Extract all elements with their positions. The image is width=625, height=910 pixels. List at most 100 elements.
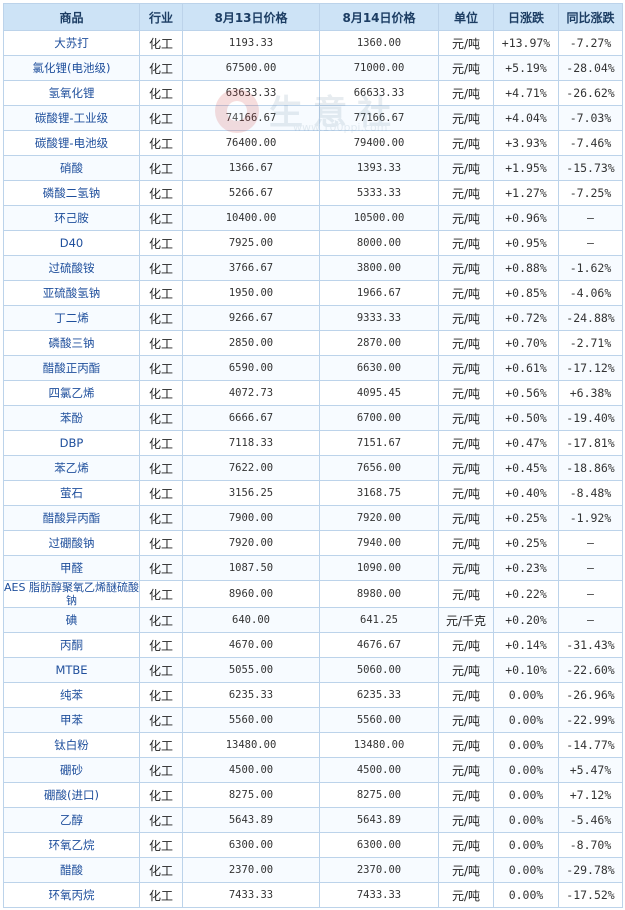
table-row: 硝酸 化工 1366.67 1393.33 元/吨 +1.95% -15.73% bbox=[3, 155, 623, 181]
product-name-link[interactable]: AES 脂肪醇聚氧乙烯醚硫酸钠 bbox=[3, 580, 140, 608]
product-name-link[interactable]: 甲苯 bbox=[3, 707, 140, 733]
price-aug14-cell: 641.25 bbox=[319, 607, 439, 633]
price-aug14-cell: 13480.00 bbox=[319, 732, 439, 758]
price-aug14-cell: 9333.33 bbox=[319, 305, 439, 331]
product-name-link[interactable]: 环己胺 bbox=[3, 205, 140, 231]
table-row: 过硫酸铵 化工 3766.67 3800.00 元/吨 +0.88% -1.62% bbox=[3, 255, 623, 281]
product-name-link[interactable]: 醋酸 bbox=[3, 857, 140, 883]
product-name-link[interactable]: 氢氧化锂 bbox=[3, 80, 140, 106]
product-name-link[interactable]: 苯乙烯 bbox=[3, 455, 140, 481]
table-row: 环己胺 化工 10400.00 10500.00 元/吨 +0.96% — bbox=[3, 205, 623, 231]
product-name-link[interactable]: 丙酮 bbox=[3, 632, 140, 658]
yoy-change-cell: — bbox=[558, 530, 623, 556]
industry-cell: 化工 bbox=[139, 455, 183, 481]
price-aug14-cell: 2370.00 bbox=[319, 857, 439, 883]
industry-cell: 化工 bbox=[139, 230, 183, 256]
table-row: 丁二烯 化工 9266.67 9333.33 元/吨 +0.72% -24.88% bbox=[3, 305, 623, 331]
daily-change-cell: 0.00% bbox=[493, 732, 559, 758]
table-body: 大苏打 化工 1193.33 1360.00 元/吨 +13.97% -7.27% 氯化锂(电… bbox=[3, 30, 623, 908]
yoy-change-cell: -5.46% bbox=[558, 807, 623, 833]
product-name-link[interactable]: 甲醛 bbox=[3, 555, 140, 581]
industry-cell: 化工 bbox=[139, 80, 183, 106]
yoy-change-cell: +7.12% bbox=[558, 782, 623, 808]
daily-change-cell: +0.10% bbox=[493, 657, 559, 683]
yoy-change-cell: -8.70% bbox=[558, 832, 623, 858]
price-aug14-cell: 2870.00 bbox=[319, 330, 439, 356]
daily-change-cell: 0.00% bbox=[493, 807, 559, 833]
price-aug13-cell: 74166.67 bbox=[182, 105, 320, 131]
table-row: 丙酮 化工 4670.00 4676.67 元/吨 +0.14% -31.43% bbox=[3, 632, 623, 658]
table-row: 苯酚 化工 6666.67 6700.00 元/吨 +0.50% -19.40% bbox=[3, 405, 623, 431]
product-name-link[interactable]: 纯苯 bbox=[3, 682, 140, 708]
unit-cell: 元/吨 bbox=[438, 230, 494, 256]
product-name-link[interactable]: 过硼酸钠 bbox=[3, 530, 140, 556]
industry-cell: 化工 bbox=[139, 205, 183, 231]
product-name-link[interactable]: 磷酸二氢钠 bbox=[3, 180, 140, 206]
product-name-link[interactable]: D40 bbox=[3, 230, 140, 256]
daily-change-cell: +0.95% bbox=[493, 230, 559, 256]
daily-change-cell: 0.00% bbox=[493, 682, 559, 708]
product-name-link[interactable]: 钛白粉 bbox=[3, 732, 140, 758]
product-name-link[interactable]: 过硫酸铵 bbox=[3, 255, 140, 281]
unit-cell: 元/吨 bbox=[438, 380, 494, 406]
price-aug13-cell: 5266.67 bbox=[182, 180, 320, 206]
product-name-link[interactable]: 大苏打 bbox=[3, 30, 140, 56]
price-aug13-cell: 4072.73 bbox=[182, 380, 320, 406]
unit-cell: 元/吨 bbox=[438, 330, 494, 356]
unit-cell: 元/吨 bbox=[438, 682, 494, 708]
unit-cell: 元/吨 bbox=[438, 205, 494, 231]
daily-change-cell: +0.56% bbox=[493, 380, 559, 406]
unit-cell: 元/吨 bbox=[438, 80, 494, 106]
table-row: 甲苯 化工 5560.00 5560.00 元/吨 0.00% -22.99% bbox=[3, 707, 623, 733]
price-aug14-cell: 71000.00 bbox=[319, 55, 439, 81]
product-name-link[interactable]: 亚硫酸氢钠 bbox=[3, 280, 140, 306]
price-aug13-cell: 8275.00 bbox=[182, 782, 320, 808]
product-name-link[interactable]: MTBE bbox=[3, 657, 140, 683]
product-name-link[interactable]: DBP bbox=[3, 430, 140, 456]
product-name-link[interactable]: 萤石 bbox=[3, 480, 140, 506]
product-name-link[interactable]: 磷酸三钠 bbox=[3, 330, 140, 356]
table-row: 大苏打 化工 1193.33 1360.00 元/吨 +13.97% -7.27% bbox=[3, 30, 623, 56]
product-name-link[interactable]: 硼酸(进口) bbox=[3, 782, 140, 808]
product-name-link[interactable]: 氯化锂(电池级) bbox=[3, 55, 140, 81]
industry-cell: 化工 bbox=[139, 505, 183, 531]
product-name-link[interactable]: 碘 bbox=[3, 607, 140, 633]
price-aug14-cell: 79400.00 bbox=[319, 130, 439, 156]
header-product: 商品 bbox=[3, 3, 140, 31]
table-row: 醋酸异丙酯 化工 7900.00 7920.00 元/吨 +0.25% -1.92% bbox=[3, 505, 623, 531]
price-aug13-cell: 7920.00 bbox=[182, 530, 320, 556]
product-name-link[interactable]: 丁二烯 bbox=[3, 305, 140, 331]
yoy-change-cell: -14.77% bbox=[558, 732, 623, 758]
product-name-link[interactable]: 环氧乙烷 bbox=[3, 832, 140, 858]
table-row: 碳酸锂-电池级 化工 76400.00 79400.00 元/吨 +3.93% -7.46% bbox=[3, 130, 623, 156]
product-name-link[interactable]: 苯酚 bbox=[3, 405, 140, 431]
daily-change-cell: +0.88% bbox=[493, 255, 559, 281]
product-name-link[interactable]: 碳酸锂-工业级 bbox=[3, 105, 140, 131]
price-aug13-cell: 1950.00 bbox=[182, 280, 320, 306]
table-row: 磷酸二氢钠 化工 5266.67 5333.33 元/吨 +1.27% -7.25% bbox=[3, 180, 623, 206]
product-name-link[interactable]: 四氯乙烯 bbox=[3, 380, 140, 406]
price-aug13-cell: 5560.00 bbox=[182, 707, 320, 733]
table-row: 亚硫酸氢钠 化工 1950.00 1966.67 元/吨 +0.85% -4.06% bbox=[3, 280, 623, 306]
price-aug13-cell: 7433.33 bbox=[182, 882, 320, 908]
price-aug13-cell: 2370.00 bbox=[182, 857, 320, 883]
table-row: D40 化工 7925.00 8000.00 元/吨 +0.95% — bbox=[3, 230, 623, 256]
header-yoy-change: 同比涨跌 bbox=[558, 3, 623, 31]
product-name-link[interactable]: 碳酸锂-电池级 bbox=[3, 130, 140, 156]
yoy-change-cell: -7.27% bbox=[558, 30, 623, 56]
unit-cell: 元/吨 bbox=[438, 707, 494, 733]
table-row: 环氧乙烷 化工 6300.00 6300.00 元/吨 0.00% -8.70% bbox=[3, 832, 623, 858]
product-name-link[interactable]: 环氧丙烷 bbox=[3, 882, 140, 908]
product-name-link[interactable]: 硝酸 bbox=[3, 155, 140, 181]
product-name-link[interactable]: 硼砂 bbox=[3, 757, 140, 783]
table-row: 萤石 化工 3156.25 3168.75 元/吨 +0.40% -8.48% bbox=[3, 480, 623, 506]
price-aug14-cell: 7433.33 bbox=[319, 882, 439, 908]
header-unit: 单位 bbox=[438, 3, 494, 31]
table-row: 醋酸正丙酯 化工 6590.00 6630.00 元/吨 +0.61% -17.12% bbox=[3, 355, 623, 381]
price-aug13-cell: 10400.00 bbox=[182, 205, 320, 231]
product-name-link[interactable]: 醋酸异丙酯 bbox=[3, 505, 140, 531]
industry-cell: 化工 bbox=[139, 807, 183, 833]
industry-cell: 化工 bbox=[139, 480, 183, 506]
product-name-link[interactable]: 乙醇 bbox=[3, 807, 140, 833]
product-name-link[interactable]: 醋酸正丙酯 bbox=[3, 355, 140, 381]
